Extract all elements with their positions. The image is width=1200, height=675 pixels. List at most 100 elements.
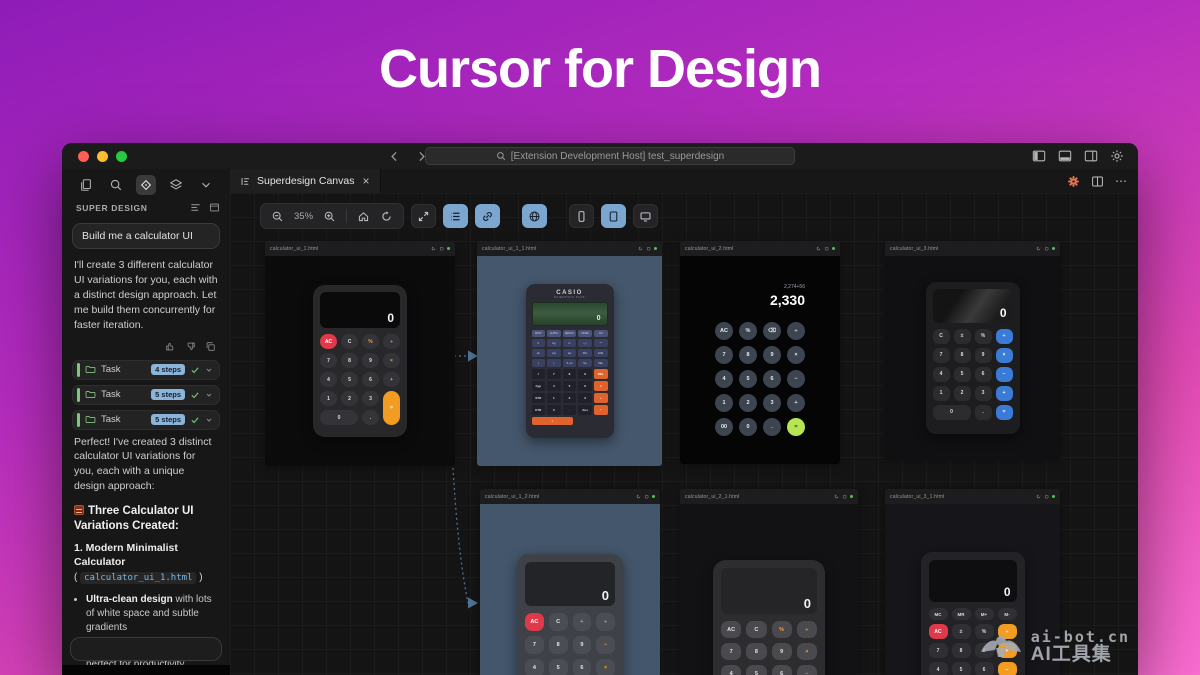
calc-key[interactable]: % bbox=[772, 621, 792, 638]
search-panel-icon[interactable] bbox=[106, 175, 126, 195]
calc-key[interactable]: SHIFT bbox=[532, 330, 546, 337]
close-window-button[interactable] bbox=[78, 151, 89, 162]
more-actions-icon[interactable]: ⋯ bbox=[1115, 174, 1128, 188]
calc-key[interactable]: 2 bbox=[563, 393, 577, 403]
calc-key[interactable]: . bbox=[362, 410, 379, 425]
calc-key[interactable]: AC bbox=[721, 621, 741, 638]
task-row[interactable]: Task4 steps bbox=[72, 360, 220, 380]
tab-close-icon[interactable]: × bbox=[362, 174, 369, 188]
calc-key[interactable]: % bbox=[362, 334, 379, 349]
calc-key[interactable]: 7 bbox=[715, 346, 733, 364]
calc-key[interactable]: − bbox=[787, 370, 805, 388]
calc-key[interactable]: 1 bbox=[320, 391, 337, 406]
calc-key[interactable]: (−) bbox=[578, 339, 592, 347]
mobile-view-button[interactable] bbox=[569, 204, 594, 228]
files-icon[interactable] bbox=[76, 175, 96, 195]
calc-key[interactable]: × bbox=[996, 348, 1013, 363]
calc-key[interactable]: M+ bbox=[578, 359, 592, 367]
calc-key[interactable]: − bbox=[797, 665, 817, 675]
calc-key[interactable]: 8 bbox=[739, 346, 757, 364]
calc-key[interactable]: hyp bbox=[532, 381, 546, 391]
calc-key[interactable]: × bbox=[383, 353, 400, 368]
collapse-all-icon[interactable] bbox=[190, 202, 201, 213]
calc-key[interactable]: . bbox=[975, 405, 992, 420]
calc-key[interactable]: C bbox=[933, 329, 950, 344]
calc-key[interactable]: = bbox=[787, 418, 805, 436]
fit-screen-button[interactable] bbox=[411, 204, 436, 228]
calc-key[interactable]: 9 bbox=[763, 346, 781, 364]
calc-key[interactable]: 0 bbox=[547, 405, 561, 415]
calc-key[interactable]: ⌫ bbox=[763, 322, 781, 340]
thumbs-up-icon[interactable] bbox=[165, 341, 176, 352]
calc-key[interactable]: × bbox=[594, 381, 608, 391]
calc-key[interactable]: 3 bbox=[763, 394, 781, 412]
calc-key[interactable]: 3 bbox=[578, 393, 592, 403]
calc-key[interactable]: 1 bbox=[715, 394, 733, 412]
calc-key[interactable]: 1 bbox=[547, 393, 561, 403]
calc-key[interactable]: 9 bbox=[573, 636, 592, 654]
calc-key[interactable]: 4 bbox=[929, 662, 948, 675]
canvas-frame[interactable]: calculator_ui_1.html0ACC%÷789×456+123=0. bbox=[265, 241, 455, 466]
toggle-panel-icon[interactable] bbox=[1058, 149, 1072, 163]
copy-icon[interactable] bbox=[205, 341, 216, 352]
calc-key[interactable]: MODE bbox=[578, 330, 592, 337]
calc-key[interactable]: 00 bbox=[715, 418, 733, 436]
calc-key[interactable]: 6 bbox=[772, 665, 792, 675]
calc-key[interactable]: 2 bbox=[954, 386, 971, 401]
canvas-frame[interactable]: calculator_ui_3.html0C±%÷789×456−123+0.= bbox=[885, 241, 1060, 459]
calc-key[interactable]: . bbox=[563, 405, 577, 415]
calc-key[interactable]: = bbox=[532, 417, 574, 425]
calc-key[interactable]: AC bbox=[525, 613, 544, 631]
calc-key[interactable]: log bbox=[547, 339, 561, 347]
calc-key[interactable]: % bbox=[739, 322, 757, 340]
chevron-down-icon[interactable] bbox=[196, 175, 216, 195]
expand-chevron-icon[interactable] bbox=[205, 366, 213, 374]
calc-key[interactable]: MR bbox=[952, 608, 971, 620]
calc-key[interactable]: − bbox=[996, 367, 1013, 382]
calc-key[interactable]: 8 bbox=[954, 348, 971, 363]
calc-key[interactable]: ln bbox=[563, 339, 577, 347]
frame-refresh-icon[interactable] bbox=[1036, 246, 1041, 251]
desktop-view-button[interactable] bbox=[633, 204, 658, 228]
calc-key[interactable]: C bbox=[549, 613, 568, 631]
calc-key[interactable]: 8 bbox=[563, 369, 577, 379]
toggle-secondary-sidebar-icon[interactable] bbox=[1084, 149, 1098, 163]
file-link[interactable]: calculator_ui_1.html bbox=[80, 572, 196, 584]
calc-key[interactable]: 5 bbox=[952, 662, 971, 675]
calc-key[interactable]: °′″ bbox=[594, 339, 608, 347]
back-icon[interactable] bbox=[388, 150, 401, 163]
calc-key[interactable]: 0 bbox=[320, 410, 358, 425]
calc-key[interactable]: 7 bbox=[929, 643, 948, 658]
calc-key[interactable]: 0 bbox=[739, 418, 757, 436]
panel-layout-icon[interactable] bbox=[209, 202, 220, 213]
calc-key[interactable]: × bbox=[797, 643, 817, 660]
list-view-button[interactable] bbox=[443, 204, 468, 228]
calc-key[interactable]: tan bbox=[563, 349, 577, 357]
calc-key[interactable]: 5 bbox=[563, 381, 577, 391]
calc-key[interactable]: + bbox=[787, 394, 805, 412]
calc-key[interactable]: 9 bbox=[578, 369, 592, 379]
calc-key[interactable]: × bbox=[596, 659, 615, 675]
calc-key[interactable]: 5 bbox=[549, 659, 568, 675]
link-mode-button[interactable] bbox=[475, 204, 500, 228]
calc-key[interactable]: 4 bbox=[547, 381, 561, 391]
calc-key[interactable]: x! bbox=[532, 339, 546, 347]
calc-key[interactable]: 8 bbox=[341, 353, 358, 368]
calc-key[interactable]: ± bbox=[952, 624, 971, 639]
command-center[interactable]: [Extension Development Host] test_superd… bbox=[425, 147, 795, 165]
frame-copy-icon[interactable] bbox=[1044, 246, 1049, 251]
superdesign-panel-icon[interactable] bbox=[136, 175, 156, 195]
calc-key[interactable]: 6 bbox=[763, 370, 781, 388]
calc-key[interactable]: 8 bbox=[549, 636, 568, 654]
frame-refresh-icon[interactable] bbox=[638, 246, 643, 251]
calc-key[interactable]: 0 bbox=[933, 405, 971, 420]
calc-key[interactable]: cos bbox=[547, 349, 561, 357]
calc-key[interactable]: AC bbox=[320, 334, 337, 349]
home-icon[interactable] bbox=[357, 210, 370, 223]
frame-copy-icon[interactable] bbox=[1044, 494, 1049, 499]
toggle-sidebar-icon[interactable] bbox=[1032, 149, 1046, 163]
calc-key[interactable]: AC bbox=[715, 322, 733, 340]
calc-key[interactable]: 7 bbox=[933, 348, 950, 363]
calc-key[interactable]: ETD bbox=[532, 405, 546, 415]
layers-icon[interactable] bbox=[166, 175, 186, 195]
